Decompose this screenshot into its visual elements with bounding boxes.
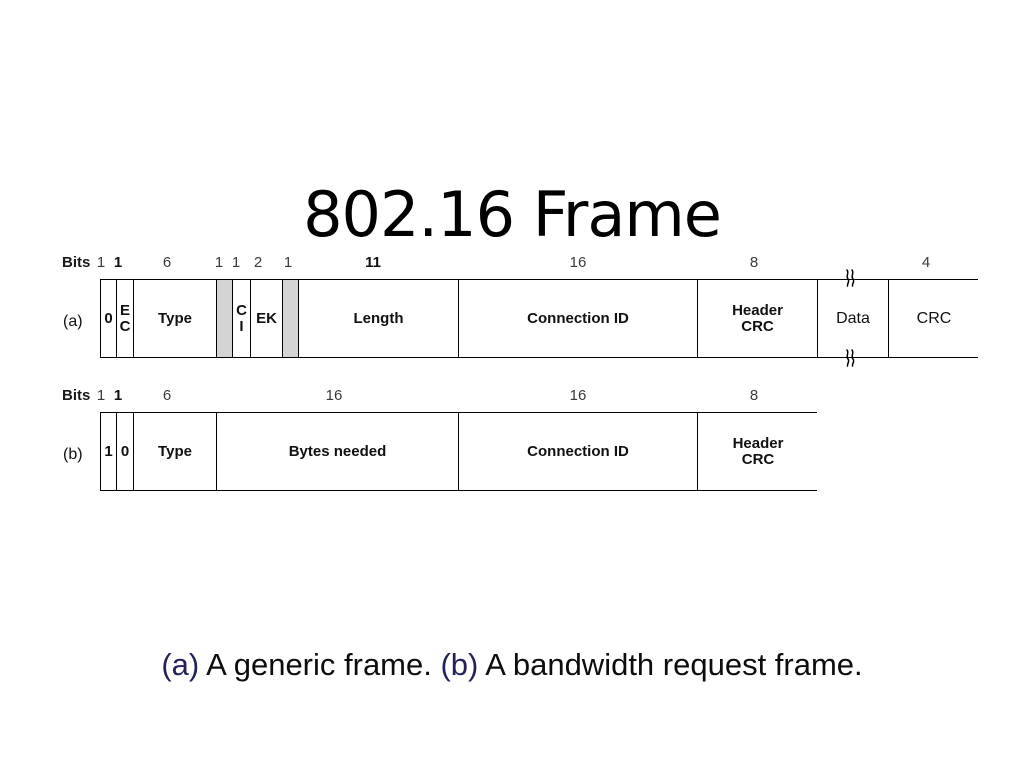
page-title: 802.16 Frame bbox=[303, 186, 722, 251]
field-a-ek-label: EK bbox=[256, 310, 277, 327]
bit-label-a-3: 1 bbox=[214, 254, 224, 271]
field-b-hcrc[interactable]: Header CRC bbox=[698, 413, 818, 490]
field-b-type[interactable]: Type bbox=[134, 413, 217, 490]
bits-word-b: Bits bbox=[62, 387, 91, 404]
title-clip-region: 802.16 Frame bbox=[0, 186, 1024, 253]
field-b-connid-label: Connection ID bbox=[527, 443, 629, 460]
bit-label-b-1: 1 bbox=[113, 387, 123, 404]
field-a-type-label: Type bbox=[158, 310, 192, 327]
slide-caption: (a) A generic frame. (b) A bandwidth req… bbox=[0, 645, 1024, 685]
field-a-ec-label: EC bbox=[119, 301, 131, 335]
field-a-hcrc-label: Header CRC bbox=[732, 301, 783, 335]
bit-label-b-2: 6 bbox=[162, 387, 172, 404]
caption-label-a: (a) bbox=[161, 647, 200, 682]
bit-label-a-11: 4 bbox=[921, 254, 931, 271]
field-a-length[interactable]: Length bbox=[299, 280, 459, 357]
field-b-hcrc-label: Header CRC bbox=[732, 434, 784, 468]
field-a-hm[interactable]: 0 bbox=[101, 280, 117, 357]
field-a-length-label: Length bbox=[353, 310, 404, 327]
field-b-bytes[interactable]: Bytes needed bbox=[217, 413, 459, 490]
bits-word-a: Bits bbox=[62, 254, 91, 271]
field-b-connid[interactable]: Connection ID bbox=[459, 413, 698, 490]
caption-text-a: A generic frame. bbox=[199, 647, 441, 682]
field-a-crc[interactable]: CRC bbox=[889, 280, 979, 357]
frame-a-side-label: (a) bbox=[63, 313, 83, 330]
bit-label-b-5: 8 bbox=[749, 387, 759, 404]
bit-label-a-9: 8 bbox=[749, 254, 759, 271]
field-a-ec[interactable]: EC bbox=[117, 280, 134, 357]
bit-label-a-0: 1 bbox=[96, 254, 106, 271]
bit-label-a-1: 1 bbox=[113, 254, 123, 271]
frame-diagram: Bits 1 1 6 1 1 2 1 11 16 8 4 (a) 0 EC Ty… bbox=[0, 253, 1024, 513]
field-a-rsv2[interactable] bbox=[283, 280, 299, 357]
field-a-hm-label: 0 bbox=[104, 310, 113, 327]
frame-a-bit-labels: Bits 1 1 6 1 1 2 1 11 16 8 4 bbox=[0, 253, 1024, 275]
field-a-hcrc[interactable]: Header CRC bbox=[698, 280, 818, 357]
bit-label-b-3: 16 bbox=[325, 387, 343, 404]
field-a-crc-label: CRC bbox=[916, 310, 952, 327]
field-a-ek[interactable]: EK bbox=[251, 280, 283, 357]
field-b-type-label: Type bbox=[158, 443, 192, 460]
field-a-connid-label: Connection ID bbox=[527, 310, 629, 327]
frame-a-box: 0 EC Type CI EK Length Connection ID Hea… bbox=[100, 279, 979, 358]
bit-label-a-6: 1 bbox=[283, 254, 293, 271]
field-a-rsv1[interactable] bbox=[217, 280, 233, 357]
caption-label-b: (b) bbox=[440, 647, 479, 682]
field-a-connid[interactable]: Connection ID bbox=[459, 280, 698, 357]
field-b-hm0[interactable]: 1 bbox=[101, 413, 117, 490]
bit-label-a-8: 16 bbox=[569, 254, 587, 271]
caption-text-b: A bandwidth request frame. bbox=[478, 647, 863, 682]
frame-b-box: 1 0 Type Bytes needed Connection ID Head… bbox=[100, 412, 818, 491]
field-a-type[interactable]: Type bbox=[134, 280, 217, 357]
field-b-hm1[interactable]: 0 bbox=[117, 413, 134, 490]
field-a-data[interactable]: Data bbox=[818, 280, 889, 357]
bit-label-b-4: 16 bbox=[569, 387, 587, 404]
frame-b-bit-labels: Bits 1 1 6 16 16 8 bbox=[0, 386, 1024, 408]
field-b-hm0-label: 1 bbox=[104, 443, 113, 460]
field-b-hm1-label: 0 bbox=[120, 443, 130, 460]
field-a-ci-label: CI bbox=[236, 301, 247, 335]
frame-b-side-label: (b) bbox=[63, 446, 83, 463]
bit-label-a-5: 2 bbox=[253, 254, 263, 271]
field-a-ci[interactable]: CI bbox=[233, 280, 251, 357]
bit-label-a-7: 11 bbox=[365, 254, 381, 271]
field-a-data-label: Data bbox=[836, 310, 870, 327]
bit-label-a-4: 1 bbox=[231, 254, 241, 271]
bit-label-a-2: 6 bbox=[162, 254, 172, 271]
field-b-bytes-label: Bytes needed bbox=[288, 443, 387, 460]
bit-label-b-0: 1 bbox=[96, 387, 106, 404]
